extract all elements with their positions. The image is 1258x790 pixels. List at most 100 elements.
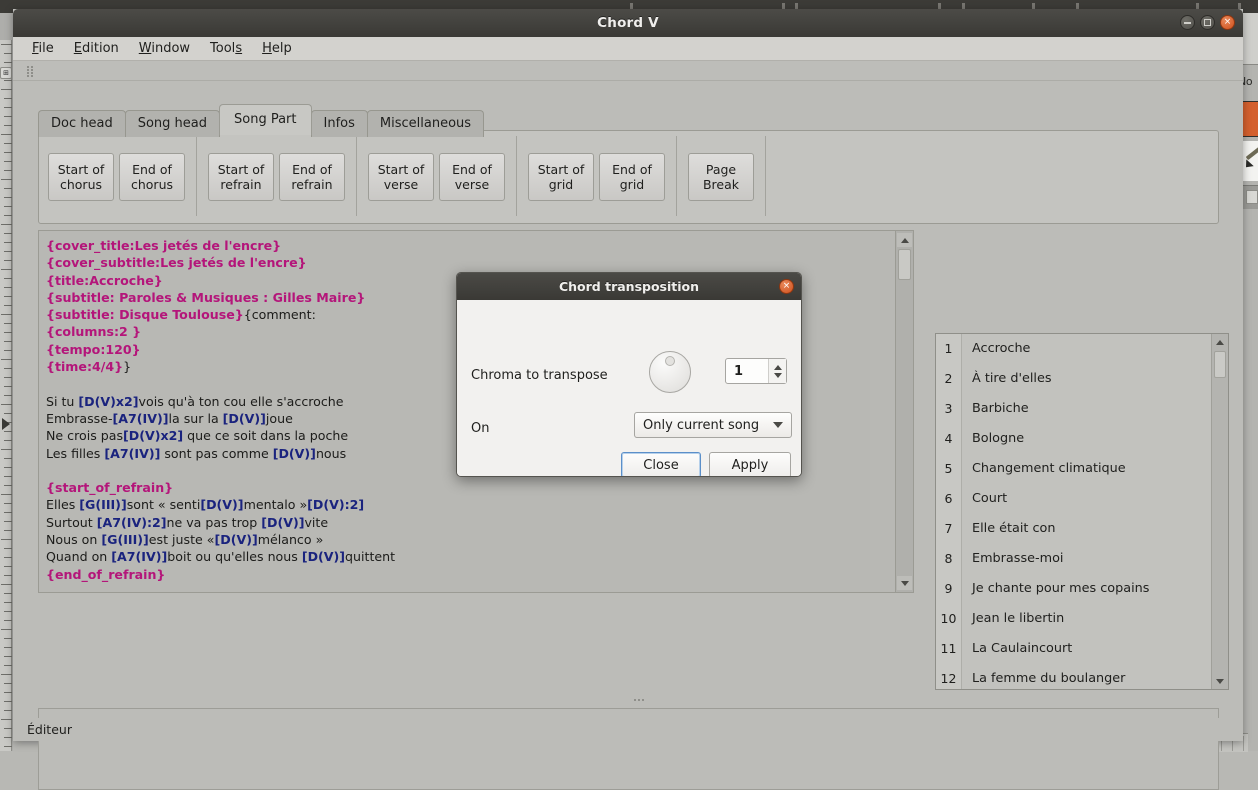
lyric-text: Ne crois pas: [46, 428, 123, 443]
button-start-of-chorus[interactable]: Start ofchorus: [48, 153, 114, 201]
tab-infos[interactable]: Infos: [311, 110, 368, 137]
song-list-item[interactable]: 7Elle était con: [936, 514, 1228, 544]
menu-item-file[interactable]: File: [23, 38, 63, 59]
chordpro-directive: {start_of_refrain}: [46, 480, 173, 495]
song-list-item[interactable]: 4Bologne: [936, 424, 1228, 454]
spinner-buttons[interactable]: [768, 359, 786, 383]
button-label: Start ofrefrain: [218, 162, 265, 192]
tab-doc-head[interactable]: Doc head: [38, 110, 126, 137]
dialog-body: Chroma to transpose 1 On Only current so…: [457, 300, 801, 477]
button-label: End ofgrid: [612, 162, 652, 192]
chordpro-directive: {subtitle: Disque Toulouse}: [46, 307, 244, 322]
toolbar-grip[interactable]: [27, 65, 35, 77]
chroma-knob[interactable]: [649, 351, 691, 393]
spinner-up-icon[interactable]: [774, 365, 782, 370]
tab-label: Miscellaneous: [380, 116, 471, 131]
song-list-item[interactable]: 8Embrasse-moi: [936, 544, 1228, 574]
lyric-text: est juste «: [149, 532, 215, 547]
menu-item-window[interactable]: Window: [130, 38, 199, 59]
menu-item-edition[interactable]: Edition: [65, 38, 128, 59]
tab-miscellaneous[interactable]: Miscellaneous: [367, 110, 484, 137]
minimize-button[interactable]: [1180, 15, 1195, 30]
song-list-item[interactable]: 6Court: [936, 484, 1228, 514]
background-pen-tool-icon: [1243, 141, 1258, 181]
button-group-0: Start ofchorusEnd ofchorus: [48, 151, 185, 203]
editor-scroll-down-icon[interactable]: [897, 576, 912, 590]
dialog-titlebar[interactable]: Chord transposition ×: [457, 273, 801, 300]
chord-token: [D(V):2]: [307, 497, 364, 512]
menu-item-help[interactable]: Help: [253, 38, 301, 59]
statusbar-text: Éditeur: [27, 722, 72, 737]
maximize-button[interactable]: [1200, 15, 1215, 30]
menu-item-tools[interactable]: Tools: [201, 38, 251, 59]
window-titlebar[interactable]: Chord V ×: [13, 9, 1243, 37]
tab-label: Infos: [324, 116, 355, 131]
knob-indicator-icon: [665, 356, 675, 366]
song-list-scroll-up-icon[interactable]: [1213, 335, 1227, 349]
song-list[interactable]: 1Accroche2À tire d'elles3Barbiche4Bologn…: [935, 333, 1229, 690]
song-list-item[interactable]: 1Accroche: [936, 334, 1228, 364]
song-index: 3: [936, 394, 962, 424]
chord-token: [A7(IV)]: [104, 446, 160, 461]
chord-transposition-dialog: Chord transposition × Chroma to transpos…: [456, 272, 802, 477]
editor-scroll-up-icon[interactable]: [897, 233, 912, 247]
song-index: 6: [936, 484, 962, 514]
button-start-of-verse[interactable]: Start ofverse: [368, 153, 434, 201]
dialog-close-icon[interactable]: ×: [779, 279, 794, 294]
button-start-of-grid[interactable]: Start ofgrid: [528, 153, 594, 201]
chord-token: [G(III)]: [101, 532, 148, 547]
chordpro-directive: {cover_title:Les jetés de l'encre}: [46, 238, 281, 253]
group-separator: [516, 136, 517, 216]
chroma-spinner[interactable]: 1: [725, 358, 787, 384]
song-list-item[interactable]: 9Je chante pour mes copains: [936, 574, 1228, 604]
editor-line: {cover_subtitle:Les jetés de l'encre}: [46, 254, 893, 271]
tab-song-part[interactable]: Song Part: [219, 104, 312, 135]
dialog-close-button[interactable]: Close: [621, 452, 701, 477]
song-list-scroll-down-icon[interactable]: [1213, 674, 1227, 688]
pane-splitter-grip[interactable]: [633, 698, 651, 703]
song-list-item[interactable]: 2À tire d'elles: [936, 364, 1228, 394]
song-list-item[interactable]: 5Changement climatique: [936, 454, 1228, 484]
song-title: Accroche: [962, 334, 1228, 364]
button-end-of-refrain[interactable]: End ofrefrain: [279, 153, 345, 201]
song-list-item[interactable]: 11La Caulaincourt: [936, 634, 1228, 664]
editor-line: {end_of_refrain}: [46, 566, 893, 583]
chroma-value[interactable]: 1: [726, 364, 768, 379]
window-controls: ×: [1180, 15, 1235, 30]
spinner-down-icon[interactable]: [774, 373, 782, 378]
group-separator: [196, 136, 197, 216]
chord-token: [D(V)]: [200, 497, 243, 512]
button-end-of-chorus[interactable]: End ofchorus: [119, 153, 185, 201]
song-list-item[interactable]: 12La femme du boulanger: [936, 664, 1228, 690]
background-ruler-button[interactable]: ⊞: [0, 67, 12, 79]
song-index: 2: [936, 364, 962, 394]
background-color-swatch-orange: [1243, 101, 1258, 137]
button-label: PageBreak: [703, 162, 739, 192]
lyric-text: sont « senti: [127, 497, 201, 512]
song-index: 9: [936, 574, 962, 604]
button-end-of-verse[interactable]: End ofverse: [439, 153, 505, 201]
lyric-text: sont pas comme: [160, 446, 272, 461]
chord-token: [D(V)]: [302, 549, 345, 564]
editor-scroll-thumb[interactable]: [898, 249, 911, 280]
tab-label: Song Part: [234, 112, 297, 127]
ruler-position-marker: [2, 418, 10, 430]
song-list-item[interactable]: 10 Jean le libertin: [936, 604, 1228, 634]
editor-vertical-scrollbar[interactable]: [895, 231, 913, 592]
song-index: 7: [936, 514, 962, 544]
close-button[interactable]: ×: [1220, 15, 1235, 30]
scope-dropdown[interactable]: Only current song: [634, 412, 792, 438]
song-title: À tire d'elles: [962, 364, 1228, 394]
group-separator: [765, 136, 766, 216]
button-start-of-refrain[interactable]: Start ofrefrain: [208, 153, 274, 201]
dialog-apply-button[interactable]: Apply: [709, 452, 791, 477]
song-list-scroll-thumb[interactable]: [1214, 351, 1226, 378]
button-end-of-grid[interactable]: End ofgrid: [599, 153, 665, 201]
button-page-break[interactable]: PageBreak: [688, 153, 754, 201]
song-list-item[interactable]: 3Barbiche: [936, 394, 1228, 424]
lyric-text: vois qu'à ton cou elle s'accroche: [139, 394, 344, 409]
tab-song-head[interactable]: Song head: [125, 110, 220, 137]
song-list-scrollbar[interactable]: [1211, 334, 1228, 689]
chordpro-directive: {cover_subtitle:Les jetés de l'encre}: [46, 255, 307, 270]
lyric-text: ne va pas trop: [167, 515, 262, 530]
